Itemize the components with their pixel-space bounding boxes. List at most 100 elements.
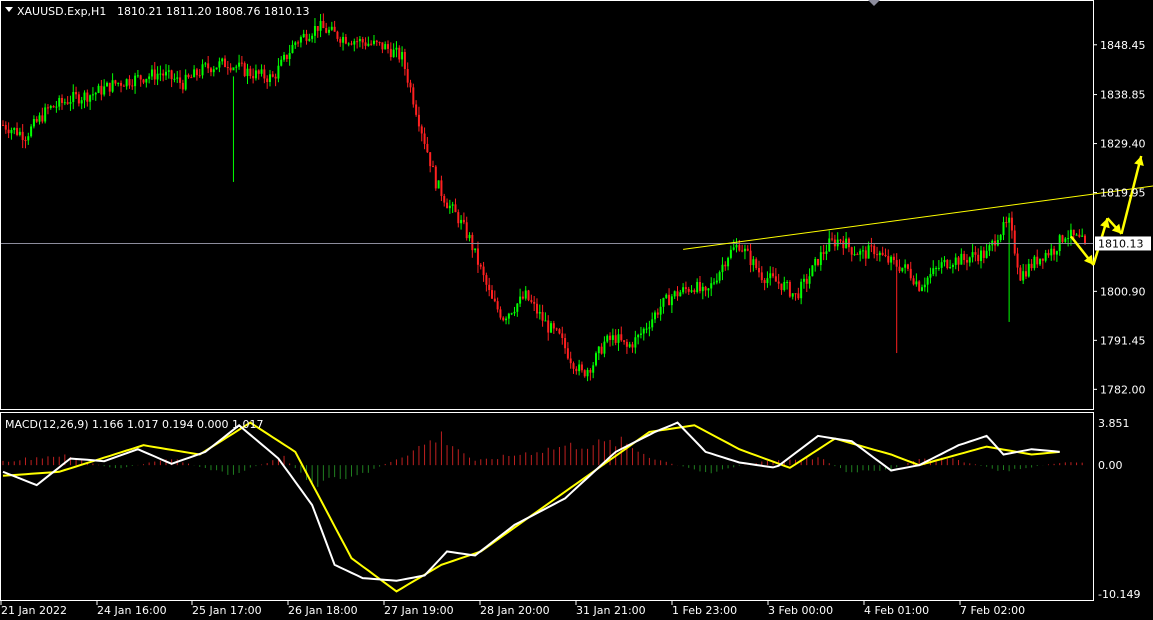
- candle-body: [142, 79, 145, 83]
- candle-body: [741, 250, 744, 252]
- candle-body: [968, 257, 971, 263]
- candle-body: [52, 105, 55, 108]
- candle-body: [724, 264, 727, 267]
- candle-body: [271, 74, 274, 77]
- candle-body: [876, 254, 879, 256]
- candle-body: [808, 276, 811, 284]
- candle-body: [35, 118, 38, 122]
- candle-body: [1055, 251, 1058, 255]
- candle-body: [1081, 235, 1084, 237]
- candle-body: [516, 303, 519, 312]
- trading-chart[interactable]: 1848.45 1838.85 1829.40 1819.95 1810.13 1800.…: [0, 0, 1153, 620]
- candle-body: [83, 92, 86, 101]
- candle-body: [1008, 217, 1011, 223]
- candle-body: [49, 105, 52, 108]
- candle-body: [982, 250, 985, 258]
- candle-body: [403, 52, 406, 70]
- candle-body: [294, 42, 297, 45]
- ohlc-values: 1810.21 1811.20 1808.76 1810.13: [117, 5, 309, 18]
- candle-body: [1016, 253, 1019, 268]
- candle-body: [468, 234, 471, 239]
- candle-body: [120, 82, 123, 86]
- candle-body: [513, 311, 516, 314]
- candle-body: [457, 212, 460, 224]
- candle-body: [890, 256, 893, 263]
- candle-body: [940, 262, 943, 268]
- candle-body: [575, 368, 578, 372]
- candle-body: [949, 267, 952, 269]
- candle-body: [603, 341, 606, 354]
- candle-body: [550, 323, 553, 333]
- candle-body: [224, 58, 227, 68]
- candle-body: [1033, 256, 1036, 269]
- candle-body: [460, 219, 463, 224]
- candle-body: [1039, 258, 1042, 265]
- candle-body: [21, 131, 24, 141]
- candle-body: [302, 33, 305, 38]
- candle-body: [918, 281, 921, 291]
- candle-body: [746, 248, 749, 251]
- candle-body: [401, 52, 404, 60]
- candle-body: [479, 264, 482, 267]
- candle-body: [30, 126, 33, 137]
- candle-body: [780, 283, 783, 291]
- candle-body: [100, 85, 103, 95]
- candle-body: [878, 252, 881, 256]
- candle-body: [597, 346, 600, 354]
- candle-body: [165, 71, 168, 76]
- candle-body: [637, 334, 640, 338]
- candle-body: [465, 222, 468, 239]
- price-tick-label: 1848.45: [1100, 39, 1146, 52]
- macd-tick-label: -10.149: [1098, 588, 1140, 601]
- candle-body: [909, 268, 912, 279]
- candle-body: [923, 284, 926, 288]
- candle-body: [58, 98, 61, 107]
- time-tick-label: 28 Jan 20:00: [480, 604, 550, 617]
- candle-body: [1050, 248, 1053, 256]
- candle-body: [1047, 252, 1050, 256]
- candle-body: [423, 133, 426, 144]
- candle-body: [912, 278, 915, 285]
- candle-body: [448, 205, 451, 209]
- candle-body: [4, 125, 7, 130]
- candle-body: [628, 344, 631, 347]
- candle-body: [212, 69, 215, 73]
- candle-body: [291, 44, 294, 54]
- candle-body: [859, 250, 862, 255]
- candle-body: [679, 292, 682, 297]
- candle-body: [769, 273, 772, 279]
- candle-body: [977, 254, 980, 262]
- candle-body: [176, 77, 179, 79]
- candle-body: [831, 238, 834, 240]
- candle-body: [221, 58, 224, 62]
- candle-body: [867, 245, 870, 259]
- candle-body: [381, 42, 384, 50]
- candle-body: [243, 63, 246, 77]
- candle-body: [392, 49, 395, 58]
- candle-body: [654, 312, 657, 320]
- candle-body: [375, 40, 378, 43]
- candle-body: [249, 68, 252, 77]
- candle-body: [1067, 238, 1070, 240]
- candle-body: [333, 26, 336, 32]
- candle-body: [44, 107, 47, 122]
- candle-body: [1013, 230, 1016, 254]
- candle-body: [218, 61, 221, 68]
- candle-body: [811, 265, 814, 277]
- candle-body: [446, 202, 449, 209]
- candle-body: [193, 69, 196, 78]
- candle-body: [299, 37, 302, 43]
- candle-body: [347, 43, 350, 45]
- candle-body: [24, 140, 27, 142]
- time-axis[interactable]: 21 Jan 2022 24 Jan 16:00 25 Jan 17:00 26 Ja…: [0, 601, 1025, 617]
- candle-body: [389, 48, 392, 58]
- candle-body: [153, 69, 156, 80]
- candle-body: [881, 252, 884, 255]
- candle-body: [999, 234, 1002, 241]
- candle-body: [535, 303, 538, 314]
- candle-body: [864, 250, 867, 259]
- time-tick-label: 26 Jan 18:00: [288, 604, 358, 617]
- candle-body: [580, 364, 583, 371]
- candle-body: [887, 256, 890, 263]
- current-price-label: 1810.13: [1098, 237, 1144, 250]
